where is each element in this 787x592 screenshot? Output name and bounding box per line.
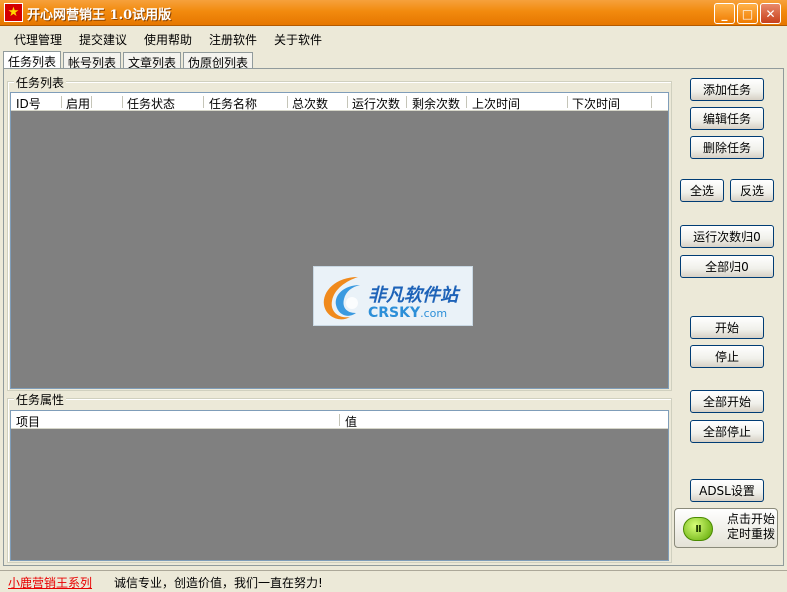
menu-help[interactable]: 使用帮助	[144, 31, 192, 48]
column-header-last-time[interactable]: 上次时间	[472, 95, 520, 112]
tab-account-list[interactable]: 帐号列表	[63, 52, 122, 70]
reset-run-count-button[interactable]: 运行次数归0	[680, 225, 774, 248]
task-list-group-title: 任务列表	[14, 74, 67, 91]
stop-all-button[interactable]: 全部停止	[690, 420, 764, 443]
app-star-icon[interactable]: ★	[4, 3, 23, 22]
tab-article-list[interactable]: 文章列表	[123, 52, 182, 70]
stop-button[interactable]: 停止	[690, 345, 764, 368]
watermark-en-text: CRSKY.com	[368, 305, 448, 321]
task-property-group-title: 任务属性	[14, 391, 67, 408]
column-header-enabled[interactable]: 启用	[66, 95, 90, 112]
property-list-header: 项目 值	[11, 411, 668, 429]
start-timed-redial-label: 点击开始 定时重拨	[726, 512, 775, 541]
column-header-status[interactable]: 任务状态	[127, 95, 175, 112]
menu-about[interactable]: 关于软件	[274, 31, 322, 48]
menu-bar: 代理管理 提交建议 使用帮助 注册软件 关于软件	[0, 27, 787, 49]
column-header-id[interactable]: ID号	[16, 95, 41, 112]
start-all-button[interactable]: 全部开始	[690, 390, 764, 413]
tab-pseudo-original-list[interactable]: 伪原创列表	[183, 52, 254, 70]
invert-selection-button[interactable]: 反选	[730, 179, 774, 202]
tab-task-list[interactable]: 任务列表	[3, 51, 62, 69]
menu-submit-suggestion[interactable]: 提交建议	[79, 31, 127, 48]
task-property-view[interactable]: 项目 值	[10, 410, 669, 561]
window-title: 开心网营销王 1.0试用版	[27, 8, 172, 23]
select-all-button[interactable]: 全选	[680, 179, 724, 202]
menu-register[interactable]: 注册软件	[209, 31, 257, 48]
menu-proxy-management[interactable]: 代理管理	[14, 31, 62, 48]
column-header-name[interactable]: 任务名称	[209, 95, 257, 112]
task-list-header: ID号 启用 任务状态 任务名称 总次数 运行次数 剩余次数 上次时间 下次时间	[11, 93, 668, 111]
add-task-button[interactable]: 添加任务	[690, 78, 764, 101]
task-list-view[interactable]: ID号 启用 任务状态 任务名称 总次数 运行次数 剩余次数 上次时间 下次时间	[10, 92, 669, 389]
product-series-link[interactable]: 小鹿营销王系列	[8, 574, 92, 591]
delete-task-button[interactable]: 删除任务	[690, 136, 764, 159]
watermark-cn-text: 非凡软件站	[368, 285, 458, 306]
minimize-button[interactable]: _	[714, 3, 735, 24]
start-timed-redial-button[interactable]: II 点击开始 定时重拨	[674, 508, 778, 548]
edit-task-button[interactable]: 编辑任务	[690, 107, 764, 130]
column-header-item[interactable]: 项目	[16, 413, 40, 430]
pause-icon: II	[683, 517, 713, 541]
column-header-value[interactable]: 值	[345, 413, 357, 430]
column-header-next-time[interactable]: 下次时间	[572, 95, 620, 112]
column-header-total[interactable]: 总次数	[292, 95, 328, 112]
close-button[interactable]: ✕	[760, 3, 781, 24]
adsl-settings-button[interactable]: ADSL设置	[690, 479, 764, 502]
crsky-watermark: 非凡软件站 CRSKY.com	[313, 266, 473, 326]
column-header-remaining[interactable]: 剩余次数	[412, 95, 460, 112]
reset-all-button[interactable]: 全部归0	[680, 255, 774, 278]
column-header-run-count[interactable]: 运行次数	[352, 95, 400, 112]
status-message: 诚信专业，创造价值，我们一直在努力!	[114, 576, 323, 590]
swirl-logo-icon	[323, 277, 360, 320]
title-bar[interactable]: ★ 开心网营销王 1.0试用版 _ □ ✕	[0, 0, 787, 26]
maximize-button[interactable]: □	[737, 3, 758, 24]
start-button[interactable]: 开始	[690, 316, 764, 339]
status-bar: 小鹿营销王系列 诚信专业，创造价值，我们一直在努力!	[0, 570, 787, 592]
